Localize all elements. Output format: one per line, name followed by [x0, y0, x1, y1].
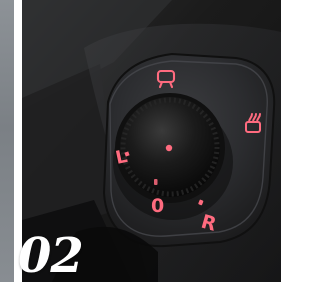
image-frame: L 0 R 02: [0, 0, 281, 282]
zero-label: 0: [151, 195, 164, 217]
zero-tick: [154, 179, 158, 185]
knob-indicator-dot: [165, 144, 173, 152]
left-edge-strip: [0, 0, 14, 282]
image-number-caption: 02: [18, 228, 84, 282]
